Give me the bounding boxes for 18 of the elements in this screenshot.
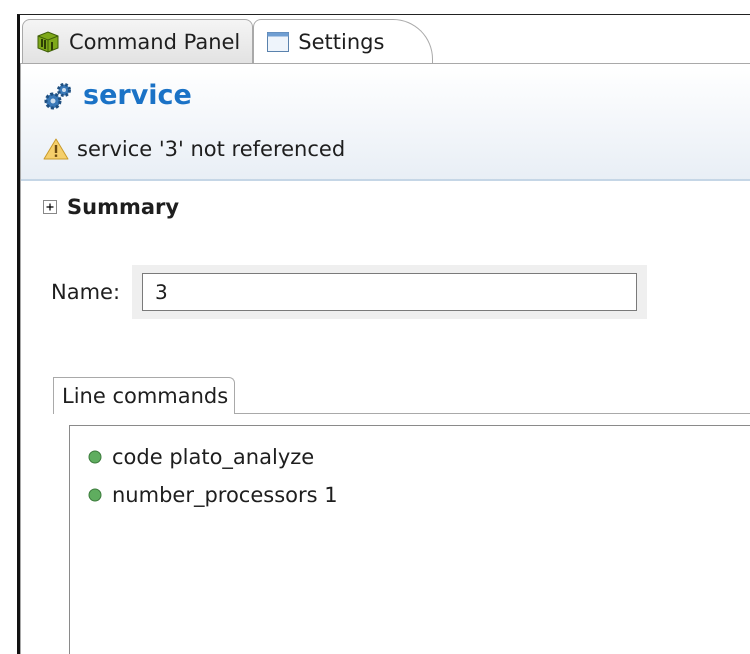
cube-icon xyxy=(35,30,61,54)
tab[interactable]: Line commands xyxy=(53,377,236,414)
warning-icon xyxy=(43,137,69,161)
gears-icon xyxy=(43,80,73,110)
tab[interactable]: Command Panel xyxy=(22,19,254,63)
status-message: service '3' not referenced xyxy=(77,137,346,161)
tab[interactable]: Settings xyxy=(253,19,434,63)
window-icon xyxy=(266,30,290,52)
form-title: service xyxy=(83,80,192,111)
section-title: Summary xyxy=(67,195,180,219)
field-label: Name: xyxy=(51,280,120,304)
dot-icon xyxy=(88,450,102,464)
plus-icon xyxy=(44,201,56,213)
dot-icon xyxy=(88,488,102,502)
expand-toggle[interactable] xyxy=(43,200,57,214)
name-field[interactable]: 3 xyxy=(142,273,638,311)
list-item[interactable]: number_processors 1 xyxy=(112,483,338,507)
list-item[interactable]: code plato_analyze xyxy=(112,445,314,469)
